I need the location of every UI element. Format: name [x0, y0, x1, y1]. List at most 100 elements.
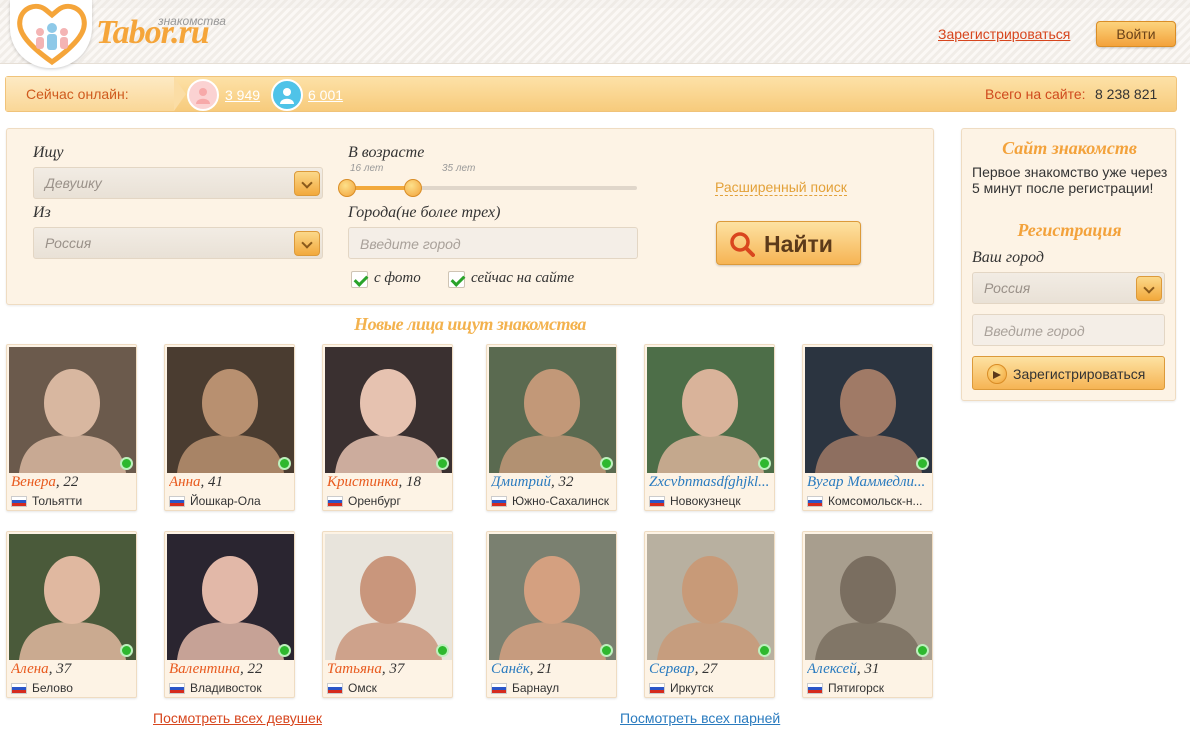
- total-label: Всего на сайте:: [985, 86, 1086, 102]
- profile-name: Анна, 41: [169, 474, 293, 491]
- chevron-down-icon[interactable]: [294, 171, 320, 196]
- age-min-label: 16 лет: [350, 163, 384, 174]
- profile-name-link[interactable]: Кристинка: [327, 474, 399, 490]
- your-city-select[interactable]: Россия: [972, 272, 1165, 304]
- profile-name: Санёк, 21: [491, 661, 615, 678]
- profile-photo[interactable]: [325, 347, 452, 473]
- chevron-down-icon[interactable]: [294, 231, 320, 256]
- profile-card[interactable]: Татьяна, 37 Омск: [322, 531, 453, 698]
- profile-name-link[interactable]: Сервар: [649, 661, 695, 677]
- female-online-count[interactable]: 3 949: [225, 87, 260, 103]
- profile-card[interactable]: Венера, 22 Тольятти: [6, 344, 137, 511]
- profile-name: Вугар Маммедли...: [807, 474, 931, 491]
- search-icon: [730, 232, 755, 257]
- age-max-label: 35 лет: [442, 163, 476, 174]
- profile-card[interactable]: Дмитрий, 32 Южно-Сахалинск: [486, 344, 617, 511]
- profile-photo[interactable]: [805, 534, 932, 660]
- profile-photo[interactable]: [9, 534, 136, 660]
- profile-name-link[interactable]: Татьяна: [327, 661, 382, 677]
- profile-card[interactable]: Анна, 41 Йошкар-Ола: [164, 344, 295, 511]
- profile-card[interactable]: Санёк, 21 Барнаул: [486, 531, 617, 698]
- profile-card[interactable]: Алена, 37 Белово: [6, 531, 137, 698]
- profile-name-link[interactable]: Алена: [11, 661, 49, 677]
- profile-name: Алексей, 31: [807, 661, 931, 678]
- side-city-input[interactable]: Введите город: [972, 314, 1165, 346]
- age-min-handle[interactable]: [338, 179, 356, 197]
- arrow-right-icon: [987, 364, 1007, 384]
- login-button[interactable]: Войти: [1096, 21, 1176, 47]
- profile-city: Южно-Сахалинск: [512, 494, 610, 508]
- profile-name: Венера, 22: [11, 474, 135, 491]
- profile-photo[interactable]: [647, 534, 774, 660]
- profile-photo[interactable]: [167, 347, 294, 473]
- profile-photo[interactable]: [805, 347, 932, 473]
- looking-for-select[interactable]: Девушку: [33, 167, 323, 199]
- all-girls-link[interactable]: Посмотреть всех девушек: [153, 710, 322, 726]
- profile-name: Zxcvbnmasdfghjkl...: [649, 474, 773, 491]
- profile-city: Омск: [348, 681, 377, 695]
- profile-age: , 21: [529, 661, 553, 677]
- profile-name-link[interactable]: Дмитрий: [491, 474, 551, 490]
- city-input[interactable]: Введите город: [348, 227, 638, 259]
- online-status-icon: [758, 644, 771, 657]
- profile-name-link[interactable]: Валентина: [169, 661, 240, 677]
- profile-name-link[interactable]: Венера: [11, 474, 56, 490]
- online-status-icon: [600, 457, 613, 470]
- profile-age: , 32: [550, 474, 574, 490]
- side-panel: Сайт знакомств Первое знакомство уже чер…: [961, 128, 1176, 401]
- profile-name: Валентина, 22: [169, 661, 293, 678]
- profile-photo[interactable]: [325, 534, 452, 660]
- online-status-icon: [600, 644, 613, 657]
- online-status-icon: [758, 457, 771, 470]
- profile-photo[interactable]: [167, 534, 294, 660]
- side-register-button[interactable]: Зарегистрироваться: [972, 356, 1165, 390]
- find-button[interactable]: Найти: [716, 221, 861, 265]
- male-user-icon: [271, 79, 303, 111]
- online-now-checkbox[interactable]: [448, 271, 465, 288]
- male-online-count[interactable]: 6 001: [308, 87, 343, 103]
- total-value: 8 238 821: [1095, 86, 1158, 102]
- online-bar: Сейчас онлайн: 3 949 6 001 Всего на сайт…: [5, 76, 1177, 112]
- profile-age: , 41: [200, 474, 224, 490]
- online-status-icon: [278, 644, 291, 657]
- from-value: Россия: [45, 235, 92, 251]
- profile-age: , 22: [55, 474, 79, 490]
- profile-photo[interactable]: [489, 347, 616, 473]
- profile-photo[interactable]: [9, 347, 136, 473]
- russia-flag-icon: [327, 683, 343, 694]
- profile-name-link[interactable]: Санёк: [491, 661, 530, 677]
- profile-age: , 18: [398, 474, 422, 490]
- from-select[interactable]: Россия: [33, 227, 323, 259]
- profile-card[interactable]: Алексей, 31 Пятигорск: [802, 531, 933, 698]
- profile-city: Владивосток: [190, 681, 262, 695]
- profile-card[interactable]: Валентина, 22 Владивосток: [164, 531, 295, 698]
- profile-city: Йошкар-Ола: [190, 494, 261, 508]
- profile-name-link[interactable]: Zxcvbnmasdfghjkl...: [649, 474, 769, 490]
- chevron-down-icon[interactable]: [1136, 276, 1162, 301]
- profile-age: , 37: [381, 661, 405, 677]
- profile-city: Новокузнецк: [670, 494, 741, 508]
- profile-card[interactable]: Zxcvbnmasdfghjkl... Новокузнецк: [644, 344, 775, 511]
- profile-photo[interactable]: [489, 534, 616, 660]
- register-link[interactable]: Зарегистрироваться: [938, 26, 1070, 42]
- russia-flag-icon: [169, 683, 185, 694]
- profile-card[interactable]: Сервар, 27 Иркутск: [644, 531, 775, 698]
- with-photo-checkbox[interactable]: [351, 271, 368, 288]
- russia-flag-icon: [649, 496, 665, 507]
- female-user-icon: [187, 79, 219, 111]
- profile-name-link[interactable]: Анна: [169, 474, 201, 490]
- profile-card[interactable]: Кристинка, 18 Оренбург: [322, 344, 453, 511]
- online-status-icon: [120, 644, 133, 657]
- online-status-icon: [436, 644, 449, 657]
- advanced-search-link[interactable]: Расширенный поиск: [715, 179, 847, 196]
- profile-name-link[interactable]: Алексей: [807, 661, 857, 677]
- profile-card[interactable]: Вугар Маммедли... Комсомольск-н...: [802, 344, 933, 511]
- your-city-value: Россия: [984, 280, 1031, 296]
- site-logo[interactable]: Tabor.ru знакомства: [10, 0, 240, 70]
- russia-flag-icon: [169, 496, 185, 507]
- all-boys-link[interactable]: Посмотреть всех парней: [620, 710, 780, 726]
- profile-photo[interactable]: [647, 347, 774, 473]
- profile-name-link[interactable]: Вугар Маммедли...: [807, 474, 925, 490]
- online-status-icon: [916, 457, 929, 470]
- russia-flag-icon: [11, 496, 27, 507]
